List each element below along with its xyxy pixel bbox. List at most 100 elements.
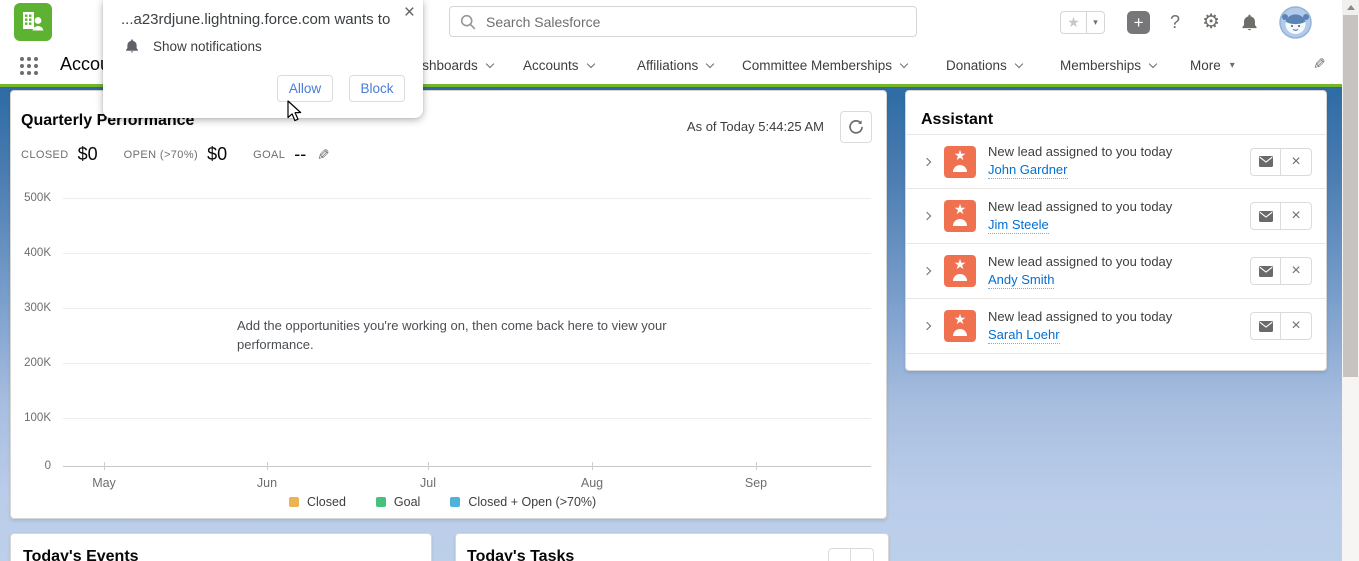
tasks-filter-button[interactable] <box>828 548 851 561</box>
expand-chevron-right-icon[interactable] <box>924 213 930 219</box>
metric-value: $0 <box>207 144 227 165</box>
global-new-button[interactable]: + <box>1127 11 1150 34</box>
tab-committee-memberships[interactable]: Committee Memberships <box>742 58 907 73</box>
notifications-bell-button[interactable] <box>1240 13 1259 32</box>
popup-close-icon[interactable]: × <box>404 2 415 24</box>
lead-icon: ★ <box>944 146 976 178</box>
lead-name-link[interactable]: Sarah Loehr <box>988 327 1060 344</box>
chevron-down-icon[interactable] <box>1149 59 1157 67</box>
chevron-down-icon[interactable] <box>1015 59 1023 67</box>
tab-more[interactable]: More ▾ <box>1190 58 1235 73</box>
tab-label: Affiliations <box>637 58 698 73</box>
email-button[interactable] <box>1250 257 1281 285</box>
chevron-down-icon[interactable] <box>706 59 714 67</box>
page: ▾ ★ ▾ + ? ⚙ <box>0 0 1359 561</box>
close-icon: × <box>1291 208 1300 224</box>
metric-value: -- <box>294 144 306 165</box>
tab-memberships[interactable]: Memberships <box>1060 58 1156 73</box>
scrollbar-thumb[interactable] <box>1343 15 1358 377</box>
expand-chevron-right-icon[interactable] <box>924 323 930 329</box>
legend-swatch <box>450 497 460 507</box>
dismiss-button[interactable]: × <box>1281 148 1312 176</box>
y-tick-label: 100K <box>11 412 51 424</box>
email-button[interactable] <box>1250 312 1281 340</box>
x-tick-label: Jun <box>245 476 289 490</box>
tab-affiliations[interactable]: Affiliations <box>637 58 713 73</box>
metric-label: CLOSED <box>21 149 69 161</box>
star-icon: ★ <box>1067 14 1080 31</box>
search-input[interactable] <box>486 14 906 30</box>
expand-chevron-right-icon[interactable] <box>924 159 930 165</box>
x-tick-label: Jul <box>406 476 450 490</box>
y-tick-label: 300K <box>11 302 51 314</box>
expand-chevron-right-icon[interactable] <box>924 268 930 274</box>
y-tick-label: 200K <box>11 357 51 369</box>
caret-down-icon: ▾ <box>1230 60 1235 71</box>
metric-open: OPEN (>70%) $0 <box>124 144 227 165</box>
assistant-row-text: New lead assigned to you today <box>988 254 1172 269</box>
favorites-dropdown-button[interactable]: ▾ <box>1087 11 1105 34</box>
allow-button[interactable]: Allow <box>277 75 333 102</box>
help-button[interactable]: ? <box>1170 12 1180 33</box>
tab-label: Donations <box>946 58 1007 73</box>
assistant-card: Assistant ★ New lead assigned to you tod… <box>905 90 1327 371</box>
lead-icon: ★ <box>944 200 976 232</box>
email-button[interactable] <box>1250 148 1281 176</box>
gridline <box>63 363 871 364</box>
favorites-star-button[interactable]: ★ <box>1060 11 1087 34</box>
chart-empty-state-message: Add the opportunities you're working on,… <box>233 315 701 357</box>
lead-name-link[interactable]: Jim Steele <box>988 217 1049 234</box>
dismiss-button[interactable]: × <box>1281 257 1312 285</box>
tab-donations[interactable]: Donations <box>946 58 1022 73</box>
building-person-logo-icon <box>20 9 46 35</box>
gridline <box>63 418 871 419</box>
global-search[interactable] <box>449 6 917 37</box>
org-logo <box>14 3 52 41</box>
chevron-down-icon[interactable] <box>900 59 908 67</box>
legend-swatch <box>289 497 299 507</box>
setup-gear-button[interactable]: ⚙ <box>1202 12 1220 32</box>
mouse-cursor <box>286 100 304 124</box>
legend-label: Closed + Open (>70%) <box>468 495 596 509</box>
edit-goal-pencil-icon[interactable]: ✎ <box>317 146 330 164</box>
user-avatar[interactable] <box>1279 6 1312 39</box>
lead-name-link[interactable]: John Gardner <box>988 162 1068 179</box>
assistant-row: ★ New lead assigned to you today John Ga… <box>906 134 1326 189</box>
x-tick-label: Sep <box>734 476 778 490</box>
page-scrollbar[interactable] <box>1342 0 1359 561</box>
tasks-refresh-button[interactable] <box>851 548 874 561</box>
chevron-down-icon[interactable] <box>486 59 494 67</box>
y-tick-label: 0 <box>11 460 51 472</box>
close-icon: × <box>1291 318 1300 334</box>
refresh-button[interactable] <box>840 111 872 143</box>
plus-icon: + <box>1134 14 1144 31</box>
app-launcher-icon[interactable] <box>20 57 38 75</box>
quarterly-performance-card: Quarterly Performance As of Today 5:44:2… <box>10 90 887 519</box>
edit-navigation-pencil-icon[interactable]: ✎ <box>1313 55 1326 73</box>
legend-label: Closed <box>307 495 346 509</box>
favorites-group: ★ ▾ <box>1060 11 1105 34</box>
assistant-row: ★ New lead assigned to you today Andy Sm… <box>906 244 1326 299</box>
assistant-row-text: New lead assigned to you today <box>988 199 1172 214</box>
gridline <box>63 308 871 309</box>
block-button[interactable]: Block <box>349 75 405 102</box>
refresh-icon <box>848 119 864 135</box>
legend-swatch <box>376 497 386 507</box>
legend-item-goal: Goal <box>376 495 420 509</box>
tab-accounts[interactable]: Accounts <box>523 58 594 73</box>
x-tick-label: May <box>82 476 126 490</box>
close-icon: × <box>1291 263 1300 279</box>
dismiss-button[interactable]: × <box>1281 202 1312 230</box>
todays-events-card: Today's Events <box>10 533 432 561</box>
assistant-row: ★ New lead assigned to you today Jim Ste… <box>906 189 1326 244</box>
dismiss-button[interactable]: × <box>1281 312 1312 340</box>
lead-name-link[interactable]: Andy Smith <box>988 272 1054 289</box>
metric-label: OPEN (>70%) <box>124 149 198 161</box>
gridline <box>63 253 871 254</box>
tab-label: Committee Memberships <box>742 58 892 73</box>
scrollbar-up-button[interactable] <box>1342 0 1359 15</box>
y-tick-label: 400K <box>11 247 51 259</box>
assistant-list: ★ New lead assigned to you today John Ga… <box>906 134 1326 354</box>
chevron-down-icon[interactable] <box>586 59 594 67</box>
email-button[interactable] <box>1250 202 1281 230</box>
